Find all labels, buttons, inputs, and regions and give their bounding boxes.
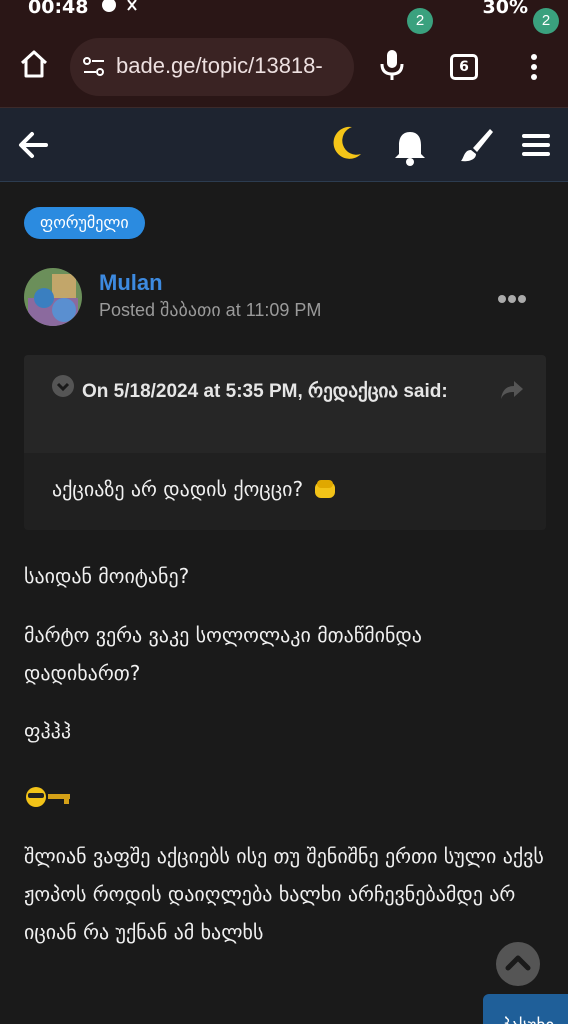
menu-button[interactable] bbox=[520, 130, 552, 160]
post-paragraph: მარტო ვერა ვაკე სოლოლაკი მთაწმინდა დადიხ… bbox=[24, 623, 422, 685]
scroll-to-top-button[interactable] bbox=[496, 942, 540, 986]
notification-icons bbox=[100, 0, 144, 20]
tab-switcher-button[interactable]: 6 bbox=[450, 54, 478, 80]
smiley-key-emoji-icon bbox=[26, 787, 70, 807]
url-text: bade.ge/topic/13818- bbox=[116, 53, 323, 78]
status-time: 00:48 bbox=[28, 0, 89, 18]
author-name[interactable]: Mulan bbox=[99, 270, 163, 296]
reply-button[interactable]: პასუხი bbox=[483, 994, 568, 1024]
menu-badge: 2 bbox=[533, 8, 559, 34]
site-header bbox=[0, 108, 568, 182]
theme-toggle-button[interactable] bbox=[330, 124, 364, 162]
moon-icon bbox=[333, 126, 361, 159]
battery-level: 30% bbox=[482, 0, 528, 18]
facepalm-emoji-icon bbox=[315, 480, 336, 498]
back-button[interactable] bbox=[16, 128, 50, 162]
quote-citation: On 5/18/2024 at 5:35 PM, რედაქცია said: bbox=[82, 381, 448, 402]
address-bar[interactable]: bade.ge/topic/13818- bbox=[70, 38, 354, 96]
notifications-badge: 2 bbox=[407, 8, 433, 34]
browser-toolbar: bade.ge/topic/13818- 6 bbox=[0, 20, 568, 108]
quote-body-text: აქციაზე არ დადის ქოცცი? bbox=[52, 477, 304, 501]
quote-header: On 5/18/2024 at 5:35 PM, რედაქცია said: bbox=[24, 355, 546, 453]
browser-menu-button[interactable] bbox=[524, 52, 544, 82]
notifications-button[interactable] bbox=[392, 128, 428, 166]
quote-share-button[interactable] bbox=[500, 379, 524, 401]
post-options-button[interactable] bbox=[498, 288, 530, 303]
home-button[interactable] bbox=[18, 48, 50, 80]
post-timestamp: Posted შაბათი at 11:09 PM bbox=[99, 300, 322, 320]
chevron-up-icon bbox=[505, 955, 531, 971]
arrow-left-icon bbox=[19, 132, 48, 158]
topic-tag[interactable]: ფორუმელი bbox=[24, 207, 145, 239]
voice-search-button[interactable] bbox=[378, 48, 406, 82]
post-paragraph: საიდან მოიტანე? bbox=[24, 564, 190, 588]
post-paragraph: შლიან ვაფშე აქციებს ისე თუ შენიშნე ერთი … bbox=[24, 844, 544, 944]
paintbrush-icon bbox=[461, 129, 493, 162]
avatar-image bbox=[24, 268, 82, 326]
post-paragraph: ფჰჰჰ bbox=[24, 719, 71, 743]
site-settings-icon[interactable] bbox=[82, 56, 106, 78]
mic-icon bbox=[380, 50, 404, 80]
theme-editor-button[interactable] bbox=[458, 126, 494, 164]
home-icon bbox=[20, 50, 48, 78]
bell-icon bbox=[395, 132, 425, 166]
chat-icon bbox=[102, 0, 137, 12]
status-bar: 00:48 30% bbox=[0, 0, 568, 20]
hamburger-icon bbox=[522, 134, 550, 156]
quote-block: On 5/18/2024 at 5:35 PM, რედაქცია said: … bbox=[24, 355, 546, 530]
avatar[interactable] bbox=[24, 268, 82, 326]
quote-text: აქციაზე არ დადის ქოცცი? bbox=[52, 477, 337, 501]
share-arrow-icon bbox=[501, 381, 523, 399]
